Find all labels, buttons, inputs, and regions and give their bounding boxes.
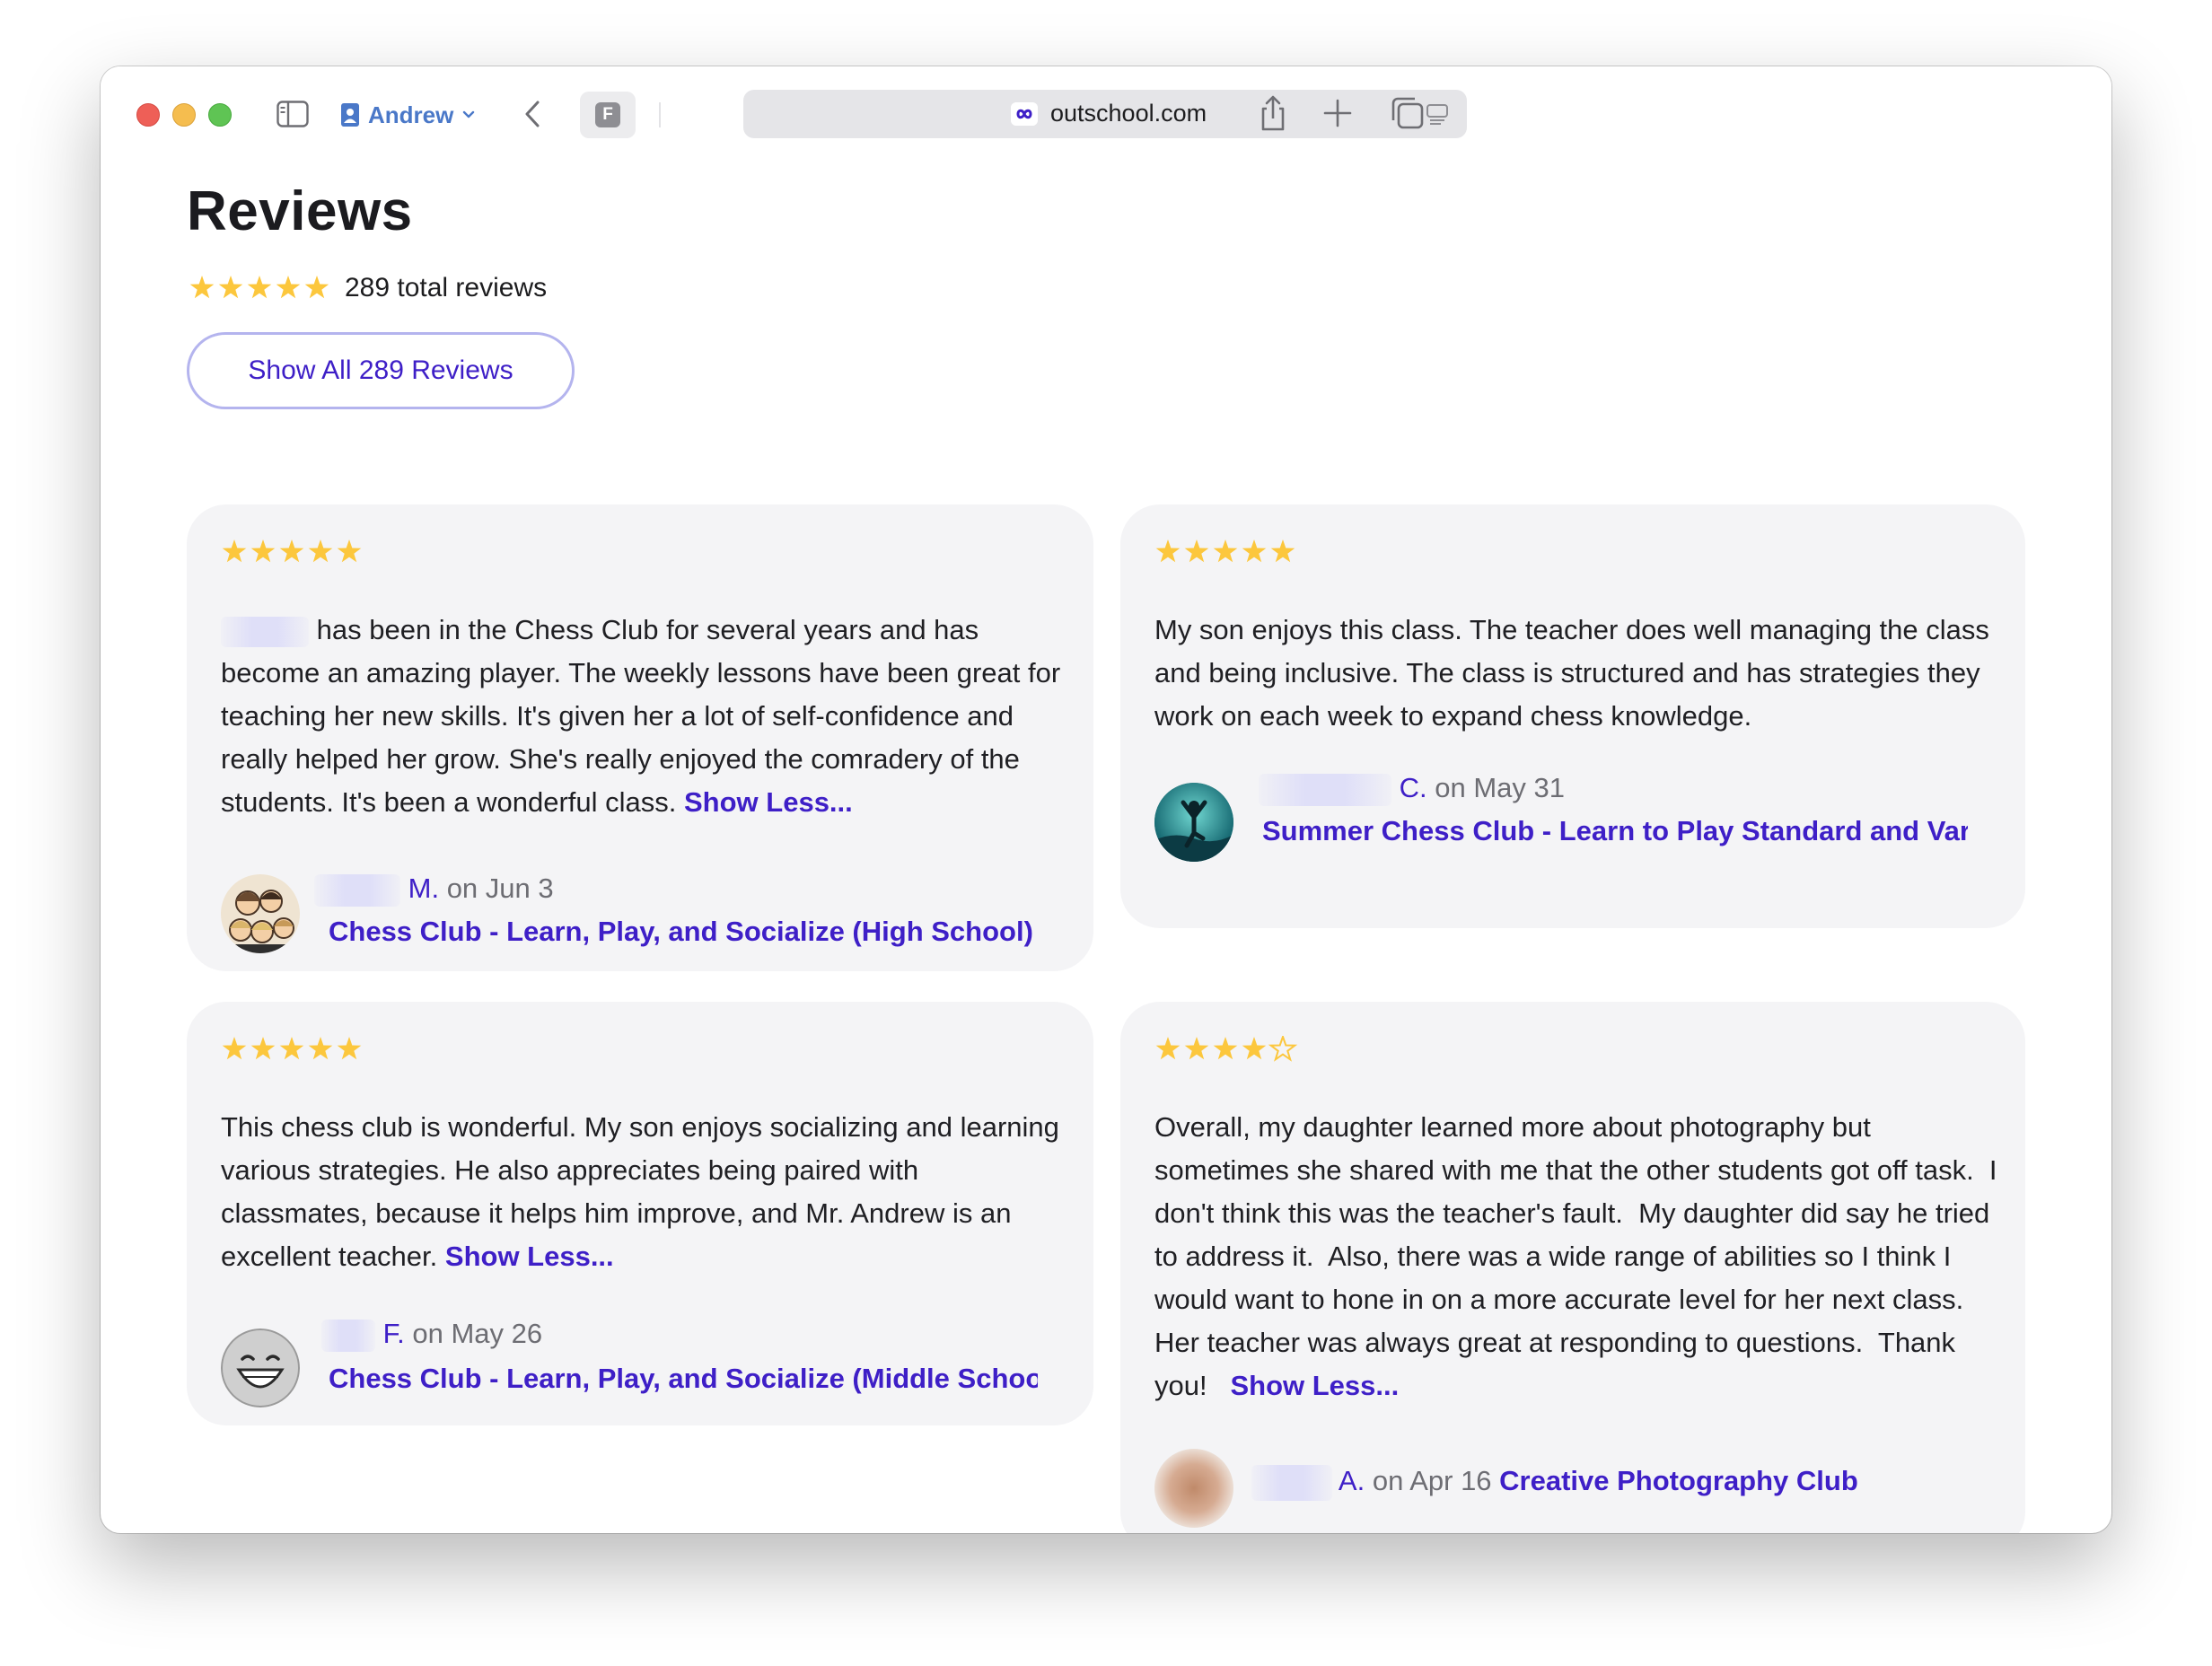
reviewer-initial: C. — [1399, 772, 1427, 803]
class-title-link[interactable]: Chess Club - Learn, Play, and Socialize … — [329, 916, 1065, 948]
browser-window: Andrew F outschool.com Reviews 289 total… — [101, 66, 2111, 1533]
url-text: outschool.com — [1050, 100, 1207, 127]
reviewer-meta: C. on May 31 — [1259, 772, 1565, 806]
class-title-link[interactable]: Summer Chess Club - Learn to Play Standa… — [1262, 815, 1968, 847]
sidebar-toggle-icon[interactable] — [276, 101, 309, 127]
profile-switcher[interactable]: Andrew — [341, 97, 475, 133]
minimize-window-button[interactable] — [172, 103, 196, 127]
star-icon — [1155, 539, 1181, 563]
star-icon — [189, 276, 215, 299]
reader-mode-icon[interactable] — [1426, 102, 1449, 126]
star-icon — [218, 276, 243, 299]
star-icon — [1242, 539, 1267, 563]
total-reviews-count: 289 total reviews — [345, 273, 548, 303]
redacted-reviewer-name — [314, 873, 400, 907]
star-icon — [304, 276, 329, 299]
address-bar[interactable]: outschool.com — [743, 90, 1467, 138]
show-less-link[interactable]: Show Less... — [684, 786, 853, 818]
review-body-text: My son enjoys this class. The teacher do… — [1154, 614, 1989, 732]
review-card: has been in the Chess Club for several y… — [187, 504, 1093, 971]
review-card: My son enjoys this class. The teacher do… — [1120, 504, 2025, 928]
review-date: on Jun 3 — [446, 872, 554, 904]
review-rating-stars — [222, 1037, 362, 1060]
show-less-link[interactable]: Show Less... — [1230, 1370, 1399, 1401]
tab-overview-icon[interactable] — [1388, 93, 1427, 133]
star-icon — [222, 539, 247, 563]
star-icon — [308, 1037, 333, 1060]
star-icon — [1213, 1037, 1238, 1060]
star-icon — [1213, 539, 1238, 563]
review-text: has been in the Chess Club for several y… — [221, 609, 1065, 824]
star-icon — [1184, 1037, 1209, 1060]
star-icon — [1270, 539, 1295, 563]
empty-star-icon — [1268, 1036, 1298, 1062]
star-icon — [1184, 539, 1209, 563]
reviewer-initial: A. — [1338, 1465, 1365, 1497]
reviewer-meta: F. on May 26 — [321, 1318, 542, 1352]
review-body-text: has been in the Chess Club for several y… — [221, 614, 1061, 818]
person-badge-icon — [341, 103, 359, 127]
show-all-reviews-button[interactable]: Show All 289 Reviews — [187, 332, 575, 409]
grinning-face-avatar — [221, 1328, 300, 1407]
yoga-silhouette-avatar — [1154, 783, 1233, 862]
review-body-text: Overall, my daughter learned more about … — [1154, 1111, 2006, 1401]
review-date: on Apr 16 — [1372, 1465, 1492, 1497]
star-icon — [1155, 1037, 1181, 1060]
review-card: Overall, my daughter learned more about … — [1120, 1002, 2025, 1533]
star-icon — [337, 1037, 362, 1060]
close-window-button[interactable] — [136, 103, 160, 127]
favicon-f-icon: F — [595, 102, 620, 127]
star-icon — [250, 539, 276, 563]
page-title: Reviews — [187, 180, 413, 242]
toolbar-divider — [659, 102, 661, 127]
review-text: This chess club is wonderful. My son enj… — [221, 1106, 1065, 1278]
star-icon — [308, 539, 333, 563]
star-icon — [222, 1037, 247, 1060]
star-icon — [250, 1037, 276, 1060]
review-rating-stars — [1155, 1036, 1298, 1062]
class-title-link[interactable]: Chess Club - Learn, Play, and Socialize … — [329, 1363, 1038, 1395]
class-title-link[interactable]: Creative Photography Club — [1499, 1465, 1858, 1496]
reviewer-meta: M. on Jun 3 — [314, 872, 554, 907]
review-rating-stars — [1155, 539, 1295, 563]
redacted-reviewer-name — [1251, 1465, 1332, 1501]
star-icon — [279, 1037, 304, 1060]
profile-name: Andrew — [368, 101, 454, 128]
review-card: This chess club is wonderful. My son enj… — [187, 1002, 1093, 1425]
reviewer-initial: F. — [382, 1318, 405, 1349]
star-icon — [279, 539, 304, 563]
family-cartoon-avatar — [221, 874, 300, 953]
rating-summary: 289 total reviews — [189, 273, 547, 303]
back-arrow-icon[interactable] — [522, 99, 542, 129]
star-icon — [1242, 1037, 1267, 1060]
outschool-logo-icon — [1011, 102, 1038, 126]
redacted-reviewer-name — [321, 1319, 375, 1352]
review-date: on May 26 — [412, 1318, 543, 1349]
review-date: on May 31 — [1435, 772, 1566, 803]
browser-toolbar: Andrew F outschool.com — [101, 66, 2111, 162]
reviewer-initial: M. — [408, 872, 440, 904]
review-text: My son enjoys this class. The teacher do… — [1154, 609, 2004, 738]
zoom-window-button[interactable] — [208, 103, 232, 127]
reviewer-meta: A. on Apr 16 Creative Photography Club — [1251, 1465, 1858, 1501]
redacted-reviewer-name — [1259, 773, 1391, 806]
star-icon — [337, 539, 362, 563]
share-icon[interactable] — [1253, 93, 1293, 133]
new-tab-plus-icon[interactable] — [1318, 93, 1357, 133]
review-body-text: This chess club is wonderful. My son enj… — [221, 1111, 1059, 1272]
star-icon — [276, 276, 301, 299]
redacted-child-name — [221, 616, 309, 647]
review-rating-stars — [222, 539, 362, 563]
show-less-link[interactable]: Show Less... — [445, 1241, 614, 1272]
blurred-photo-avatar — [1154, 1449, 1233, 1528]
page-content: Reviews 289 total reviews Show All 289 R… — [101, 162, 2111, 1533]
star-icon — [247, 276, 272, 299]
chevron-down-icon — [463, 110, 475, 118]
overall-rating-stars — [189, 276, 329, 299]
pinned-tab[interactable]: F — [580, 92, 636, 138]
review-text: Overall, my daughter learned more about … — [1154, 1106, 2004, 1407]
